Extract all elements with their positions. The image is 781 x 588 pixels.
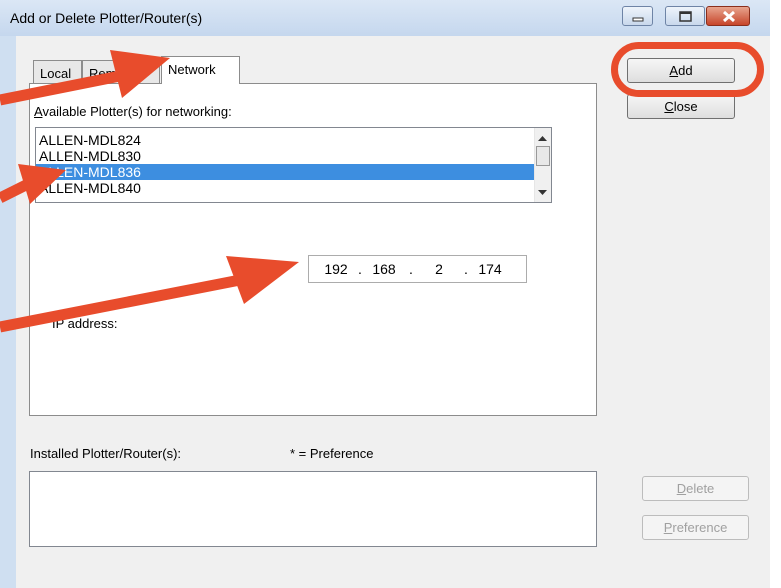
- ip-octet-2[interactable]: 168: [367, 261, 401, 277]
- delete-button[interactable]: Delete: [642, 476, 749, 501]
- scroll-down-arrow-icon[interactable]: [535, 186, 550, 198]
- minimize-icon: [632, 17, 644, 22]
- available-plotters-label: Available Plotter(s) for networking:: [34, 104, 232, 119]
- list-item[interactable]: ALLEN-MDL830: [36, 148, 551, 164]
- ip-octet-3[interactable]: 2: [422, 261, 456, 277]
- preference-note: * = Preference: [290, 446, 374, 461]
- scroll-up-arrow-icon[interactable]: [535, 132, 550, 144]
- ip-separator: .: [464, 261, 468, 277]
- maximize-icon: [679, 11, 692, 22]
- ip-separator: .: [409, 261, 413, 277]
- ip-address-label: IP address:: [52, 316, 118, 331]
- tab-local[interactable]: Local: [33, 60, 82, 84]
- ip-octet-1[interactable]: 192: [319, 261, 353, 277]
- installed-label: Installed Plotter/Router(s):: [30, 446, 182, 461]
- ip-octet-4[interactable]: 174: [473, 261, 507, 277]
- preference-button[interactable]: Preference: [642, 515, 749, 540]
- dialog-window: Add or Delete Plotter/Router(s) Local Re…: [0, 0, 770, 588]
- add-button[interactable]: Add: [627, 58, 735, 83]
- list-item-selected[interactable]: ALLEN-MDL836: [36, 164, 551, 180]
- dialog-client-area: Local Remote Network Available Plotter(s…: [16, 36, 770, 588]
- close-window-button[interactable]: [706, 6, 750, 26]
- list-scrollbar[interactable]: [534, 128, 551, 202]
- tab-network-label: Network: [168, 62, 216, 77]
- close-button[interactable]: Close: [627, 94, 735, 119]
- available-plotters-list[interactable]: ALLEN-MDL824 ALLEN-MDL830 ALLEN-MDL836 A…: [35, 127, 552, 203]
- title-bar[interactable]: Add or Delete Plotter/Router(s): [0, 0, 770, 36]
- tab-network[interactable]: Network: [161, 56, 240, 84]
- maximize-button[interactable]: [665, 6, 705, 26]
- network-tab-panel: Available Plotter(s) for networking: ALL…: [29, 83, 597, 416]
- list-item[interactable]: ALLEN-MDL824: [36, 132, 551, 148]
- close-icon: [722, 10, 736, 23]
- window-title: Add or Delete Plotter/Router(s): [10, 10, 203, 26]
- ip-address-field[interactable]: 192 . 168 . 2 . 174: [308, 255, 527, 283]
- list-item[interactable]: ALLEN-MDL840: [36, 180, 551, 196]
- tab-local-label: Local: [40, 66, 72, 81]
- tab-remote-label: Remote: [89, 66, 135, 81]
- scroll-thumb[interactable]: [536, 146, 550, 166]
- installed-plotters-list[interactable]: [29, 471, 597, 547]
- minimize-button[interactable]: [622, 6, 653, 26]
- ip-separator: .: [358, 261, 362, 277]
- tab-remote[interactable]: Remote: [82, 60, 160, 84]
- plotter-items: ALLEN-MDL824 ALLEN-MDL830 ALLEN-MDL836 A…: [36, 128, 551, 196]
